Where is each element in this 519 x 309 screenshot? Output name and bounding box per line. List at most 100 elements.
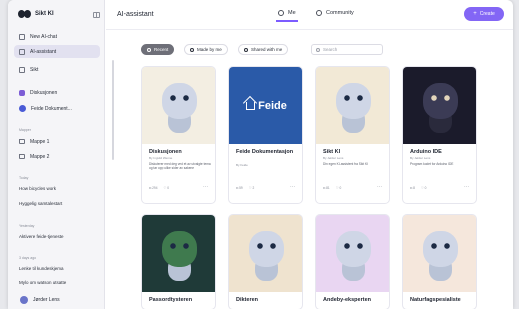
sidebar-item-label: Mappe 2 (30, 153, 50, 160)
eyes-icon (344, 243, 363, 249)
feide-avatar-icon (19, 105, 26, 112)
card-stats: ⧉ 8 ♡ 0 (410, 186, 426, 190)
feide-logo-icon: Feide (229, 67, 302, 144)
person-icon (190, 47, 194, 52)
share-icon (244, 47, 248, 52)
search-icon (316, 47, 320, 52)
folder-icon (19, 154, 25, 159)
search-placeholder: Search (323, 47, 338, 52)
tab-label: Community (326, 10, 354, 16)
witch-icon (142, 215, 215, 292)
chip-label: Recent (154, 47, 169, 52)
sidebar-item-label: Feide Dokument... (31, 105, 72, 112)
sikt-icon (19, 66, 25, 73)
section-label: Mapper (19, 128, 31, 132)
robot-tv-icon (403, 215, 476, 292)
more-options-icon[interactable]: ··· (203, 184, 208, 190)
usage-count: ⧉ 59 (236, 186, 243, 190)
card-title: Arduino IDE (410, 149, 442, 155)
usage-count: ⧉ 294 (149, 186, 158, 190)
more-options-icon[interactable]: ··· (377, 184, 382, 190)
card-author: By Feide (236, 163, 248, 167)
card-title: Feide Dokumentasjon (236, 149, 294, 155)
sidebar-item-sikt[interactable]: Sikt (14, 63, 100, 76)
eyes-icon (170, 243, 189, 249)
section-label: 3 days ago (19, 256, 37, 260)
like-count: ♡ 2 (248, 186, 255, 190)
assistant-card[interactable]: Sikt KI By Jørder Lens Din egen KI-assiste… (315, 66, 390, 204)
plus-icon: + (473, 11, 477, 17)
brand[interactable]: Sikt KI (18, 10, 54, 18)
sidebar-item-folder-1[interactable]: Mappe 1 (14, 135, 100, 148)
usage-count: ⧉ 8 (410, 186, 415, 190)
diskusjonen-avatar-icon (19, 89, 25, 96)
filter-recent[interactable]: Recent (141, 44, 175, 55)
glow-robot-icon (403, 67, 476, 144)
card-author: By Ingvild Wenne (149, 156, 173, 160)
eyes-icon (431, 95, 450, 101)
card-stats: ⧉ 294 ♡ 0 (149, 186, 169, 190)
more-options-icon[interactable]: ··· (464, 184, 469, 190)
robot-speech-icon (142, 67, 215, 144)
sidebar-item-label: Mappe 1 (30, 138, 50, 145)
filter-made-by-me[interactable]: Made by me (184, 44, 228, 55)
chip-label: Made by me (197, 47, 222, 52)
assistant-icon (19, 48, 25, 55)
sidebar-item-folder-2[interactable]: Mappe 2 (14, 150, 100, 163)
card-author: By Jørder Lens (410, 156, 431, 160)
assistant-card[interactable]: Feide Feide Dokumentasjon By Feide ⧉ 59 ♡ 2 ·… (228, 66, 303, 204)
sidebar: Sikt KI New AI-chat AI-assistant Sikt Di… (8, 0, 105, 309)
brand-name: Sikt KI (35, 11, 54, 17)
create-button[interactable]: + Create (464, 7, 504, 21)
house-icon (246, 101, 256, 110)
sidebar-item-new-chat[interactable]: New AI-chat (14, 30, 100, 43)
chat-history-item[interactable]: Hyggelig samtalestart (19, 201, 62, 206)
character-illustration (336, 83, 371, 119)
clock-icon (147, 47, 151, 52)
sikt-logo-icon (18, 10, 31, 18)
chat-history-item[interactable]: Aktivere feide-tjeneste (19, 234, 64, 239)
tab-community[interactable]: Community (316, 10, 354, 16)
chat-history-item[interactable]: Mylo om watson utsatte (19, 280, 66, 285)
new-chat-icon (19, 33, 25, 40)
assistant-card[interactable]: Naturfagspesialiste (402, 214, 477, 309)
app-window: Sikt KI New AI-chat AI-assistant Sikt Di… (8, 0, 513, 309)
card-title: Passordtysteren (149, 297, 193, 303)
sidebar-collapse-icon[interactable] (93, 12, 100, 18)
sidebar-item-label: New AI-chat (30, 33, 57, 40)
user-profile[interactable]: Jørder Lens (20, 296, 60, 304)
character-illustration (423, 83, 458, 119)
assistant-card[interactable]: Dikteren (228, 214, 303, 309)
chat-history-item[interactable]: Lenke til kundeskjema (19, 266, 64, 271)
sidebar-item-diskusjonen[interactable]: Diskusjonen (14, 86, 100, 99)
character-illustration (423, 231, 458, 267)
sidebar-item-ai-assistant[interactable]: AI-assistant (14, 45, 100, 58)
user-name: Jørder Lens (33, 297, 60, 303)
chat-history-item[interactable]: How bicycles work (19, 186, 56, 191)
card-description: Diskuterer med deg ved et av utvalgte te… (149, 162, 211, 170)
card-title: Andeby-eksperten (323, 297, 371, 303)
filter-shared-with-me[interactable]: Shared with me (238, 44, 289, 55)
like-count: ♡ 0 (163, 186, 170, 190)
card-stats: ⧉ 59 ♡ 2 (236, 186, 254, 190)
assistant-card[interactable]: Diskusjonen By Ingvild Wenne Diskuterer me… (141, 66, 216, 204)
usage-count: ⧉ 81 (323, 186, 330, 190)
assistant-card[interactable]: Passordtysteren (141, 214, 216, 309)
card-title: Naturfagspesialiste (410, 297, 461, 303)
assistant-card[interactable]: Arduino IDE By Jørder Lens Program kodet f… (402, 66, 477, 204)
section-label: Yesterday (19, 224, 35, 228)
search-input[interactable]: Search (311, 44, 383, 55)
card-author: By Jørder Lens (323, 156, 344, 160)
assistant-card[interactable]: Andeby-eksperten (315, 214, 390, 309)
card-title: Diskusjonen (149, 149, 182, 155)
sidebar-item-label: Diskusjonen (30, 89, 58, 96)
tab-me[interactable]: Me (276, 10, 298, 22)
more-options-icon[interactable]: ··· (290, 184, 295, 190)
character-illustration (162, 231, 197, 267)
person-icon (278, 10, 284, 16)
card-description: Program kodet for Arduino IDE (410, 162, 454, 166)
sidebar-scrollbar[interactable] (112, 60, 114, 160)
tab-label: Me (288, 10, 296, 16)
sidebar-item-feide[interactable]: Feide Dokument... (14, 102, 100, 115)
globe-icon (316, 10, 322, 16)
